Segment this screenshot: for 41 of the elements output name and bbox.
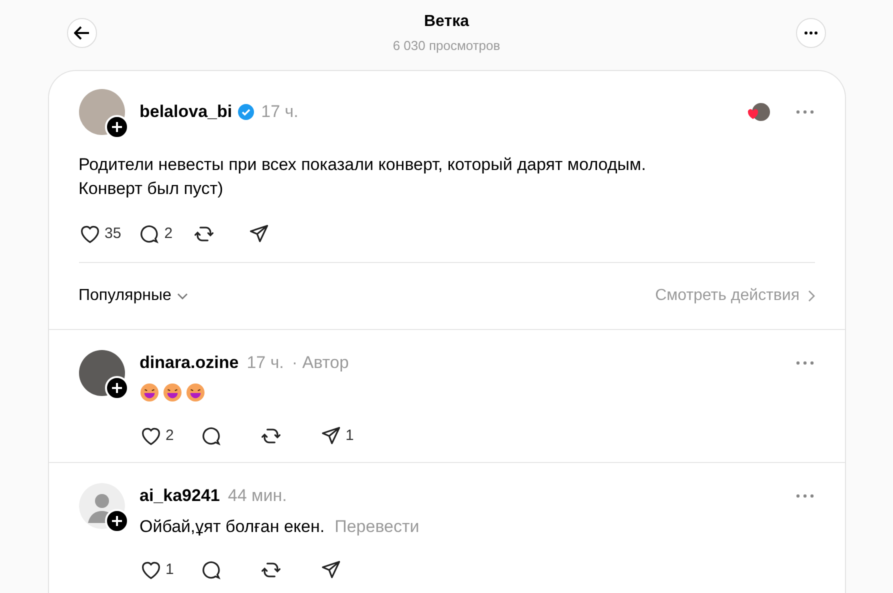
heart-icon	[140, 426, 162, 446]
page-title: Ветка	[424, 12, 469, 32]
chevron-down-icon	[177, 292, 188, 300]
follow-plus-icon[interactable]	[104, 509, 128, 533]
username[interactable]: dinara.ozine	[140, 350, 239, 376]
grinning-emoji-icon	[186, 383, 204, 402]
heart-icon	[78, 224, 100, 244]
grinning-emoji-icon	[162, 383, 182, 402]
more-icon[interactable]	[794, 492, 814, 499]
comment-time: 44 мин.	[228, 485, 287, 507]
action-button[interactable]: 2	[138, 222, 176, 245]
back-arrow-icon	[74, 26, 90, 40]
comment-time: 17 ч.	[246, 352, 284, 374]
comment-icon	[138, 222, 160, 245]
more-icon	[804, 30, 818, 35]
more-icon[interactable]	[794, 360, 814, 366]
send-icon	[248, 222, 270, 245]
chevron-right-icon	[808, 290, 814, 302]
action-button[interactable]: 1	[140, 559, 178, 582]
comment-icon	[200, 424, 222, 447]
more-button[interactable]	[796, 18, 826, 48]
back-button[interactable]	[66, 18, 96, 48]
comment-icon	[200, 559, 222, 582]
follow-plus-icon[interactable]	[104, 114, 128, 138]
views-count: 6 030 просмотров	[392, 37, 500, 55]
action-button[interactable]: 35	[78, 222, 122, 245]
username[interactable]: ai_ka9241	[140, 483, 220, 508]
follow-plus-icon[interactable]	[104, 376, 128, 400]
heart-icon	[140, 560, 162, 580]
post-time: 17 ч.	[261, 100, 298, 123]
username[interactable]: belalova_bi	[140, 98, 232, 124]
grinning-emoji-icon	[140, 383, 158, 402]
post-text: Родители невесты при всех показали конверт, который дарят молодым. Конверт был пуст)	[78, 154, 647, 200]
more-icon[interactable]	[794, 108, 814, 114]
send-icon	[320, 424, 342, 447]
liked-by-avatar-icon	[746, 102, 770, 122]
author-label: · Автор	[292, 352, 349, 374]
action-button[interactable]: 1	[320, 424, 358, 447]
sort-dropdown[interactable]: Популярные	[78, 284, 188, 308]
action-button[interactable]: 2	[140, 424, 178, 447]
comment-text: Ойбай,ұят болған екен.	[140, 516, 325, 538]
